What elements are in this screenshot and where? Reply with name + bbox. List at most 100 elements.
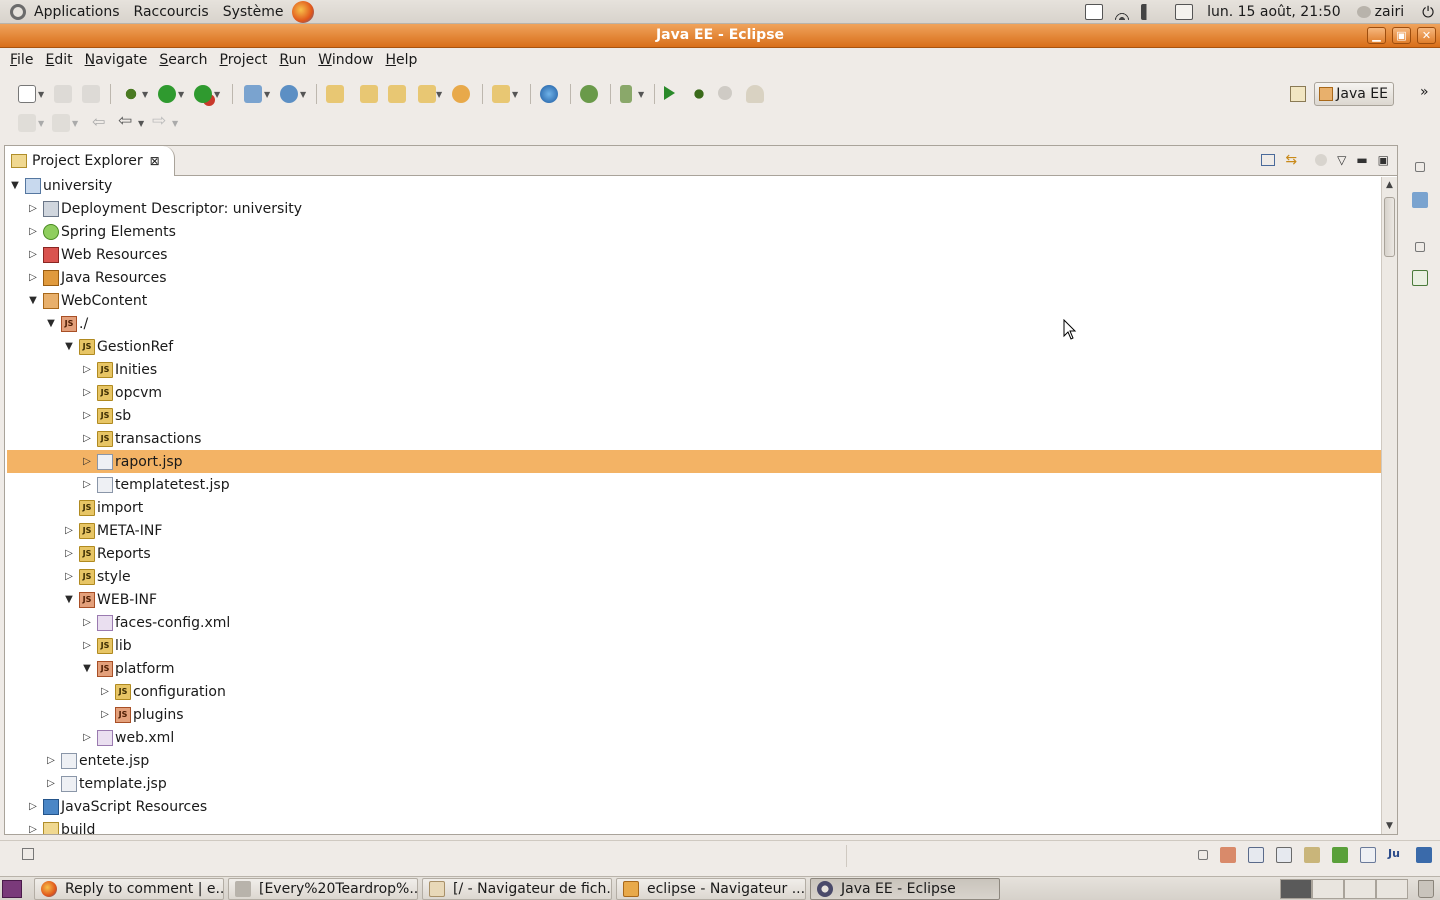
tree-item-reports[interactable]: ▷ JS Reports xyxy=(7,542,1382,565)
console-icon[interactable] xyxy=(1360,847,1376,863)
close-button[interactable]: ✕ xyxy=(1417,27,1436,44)
maximize-view-icon[interactable]: ▣ xyxy=(1378,153,1389,167)
back-dropdown-icon[interactable]: ▼ xyxy=(138,119,144,128)
junit-icon[interactable]: Ju xyxy=(1388,847,1404,863)
firefox-launcher-icon[interactable] xyxy=(291,0,314,23)
run-dropdown-icon[interactable]: ▼ xyxy=(178,90,184,99)
properties-icon[interactable] xyxy=(1276,847,1292,863)
snippets-icon[interactable] xyxy=(1332,847,1348,863)
run-external-icon[interactable] xyxy=(194,85,212,103)
tree-item-templatetest-jsp[interactable]: ▷ templatetest.jsp xyxy=(7,473,1382,496)
new-dropdown-icon[interactable]: ▼ xyxy=(38,90,44,99)
debug-server-icon[interactable] xyxy=(690,85,708,103)
debug-icon[interactable] xyxy=(122,85,140,103)
menu-navigate[interactable]: Navigate xyxy=(79,52,154,68)
maximize-button[interactable]: ▣ xyxy=(1392,27,1411,44)
notes-icon[interactable] xyxy=(1085,4,1104,20)
run-icon[interactable] xyxy=(158,85,176,103)
tree-item-meta-inf[interactable]: ▷ JS META-INF xyxy=(7,519,1382,542)
tree-item-build[interactable]: ▷ build xyxy=(7,818,1382,834)
expand-arrow-icon[interactable]: ▷ xyxy=(45,755,57,767)
tree-item-style[interactable]: ▷ JS style xyxy=(7,565,1382,588)
task-eclipse[interactable]: Java EE - Eclipse xyxy=(810,877,1000,900)
workspace-1[interactable] xyxy=(1280,879,1312,899)
minimize-view-icon[interactable]: ▬ xyxy=(1356,153,1367,167)
forward-dropdown-icon[interactable]: ▼ xyxy=(172,119,178,128)
tree-item-java-resources[interactable]: ▷ Java Resources xyxy=(7,266,1382,289)
new-server-dropdown-icon[interactable]: ▼ xyxy=(264,90,270,99)
package-icon[interactable] xyxy=(492,85,510,103)
tree-item-entete-jsp[interactable]: ▷ entete.jsp xyxy=(7,749,1382,772)
web-browser-icon[interactable] xyxy=(540,85,558,103)
filter-icon[interactable] xyxy=(1315,154,1328,166)
view-menu-icon[interactable]: ▽ xyxy=(1337,153,1346,167)
new-class-icon[interactable] xyxy=(280,85,298,103)
expand-arrow-icon[interactable]: ▷ xyxy=(81,732,93,744)
applications-menu[interactable]: Applications xyxy=(26,0,128,24)
expand-arrow-icon[interactable]: ▷ xyxy=(81,364,93,376)
menu-window[interactable]: Window xyxy=(312,52,379,68)
mail-icon[interactable] xyxy=(1175,4,1194,20)
monitor-icon[interactable] xyxy=(1416,847,1432,863)
next-annotation-icon[interactable] xyxy=(18,114,36,132)
expand-arrow-icon[interactable]: ▷ xyxy=(27,226,39,238)
next-annotation-dropdown-icon[interactable]: ▼ xyxy=(38,119,44,128)
expand-arrow-icon[interactable]: ▷ xyxy=(27,824,39,834)
search-icon[interactable] xyxy=(418,85,436,103)
tree-item-faces-config-xml[interactable]: ▷ faces-config.xml xyxy=(7,611,1382,634)
tree-item-plugins[interactable]: ▷ JS plugins xyxy=(7,703,1382,726)
task-file-browser-eclipse[interactable]: eclipse - Navigateur ... xyxy=(616,877,806,900)
tree-item-opcvm[interactable]: ▷ JS opcvm xyxy=(7,381,1382,404)
close-tab-icon[interactable]: ⊠ xyxy=(150,154,160,168)
tree-item-university[interactable]: ▼ university xyxy=(7,177,1382,197)
collapse-arrow-icon[interactable]: ▼ xyxy=(63,594,75,606)
open-resource-icon[interactable] xyxy=(452,85,470,103)
restore-icon[interactable] xyxy=(1198,850,1208,860)
debug-dropdown-icon[interactable]: ▼ xyxy=(142,90,148,99)
tree-item-template-jsp[interactable]: ▷ template.jsp xyxy=(7,772,1382,795)
tree-item-import[interactable]: JS import xyxy=(7,496,1382,519)
tree-item-web-inf[interactable]: ▼ JS WEB-INF xyxy=(7,588,1382,611)
package-dropdown-icon[interactable]: ▼ xyxy=(512,90,518,99)
problems-icon[interactable] xyxy=(1248,847,1264,863)
tree-item-configuration[interactable]: ▷ JS configuration xyxy=(7,680,1382,703)
collapse-arrow-icon[interactable]: ▼ xyxy=(63,341,75,353)
previous-annotation-dropdown-icon[interactable]: ▼ xyxy=(72,119,78,128)
expand-arrow-icon[interactable]: ▷ xyxy=(63,525,75,537)
expand-arrow-icon[interactable]: ▷ xyxy=(99,709,111,721)
workspace-3[interactable] xyxy=(1344,879,1376,899)
raccourcis-menu[interactable]: Raccourcis xyxy=(128,0,217,24)
task-document[interactable]: [Every%20Teardrop%... xyxy=(228,877,418,900)
tree-item-raport-jsp[interactable]: ▷ raport.jsp xyxy=(7,450,1382,473)
java-ee-perspective-button[interactable]: Java EE xyxy=(1314,82,1394,106)
user-name[interactable]: zairi xyxy=(1375,4,1404,20)
tree-item-spring-elements[interactable]: ▷ Spring Elements xyxy=(7,220,1382,243)
print-icon[interactable] xyxy=(82,85,100,103)
chat-status-icon[interactable] xyxy=(1356,6,1371,18)
restore-icon[interactable] xyxy=(1415,162,1425,172)
tree-item-deployment-descriptor[interactable]: ▷ Deployment Descriptor: university xyxy=(7,197,1382,220)
expand-arrow-icon[interactable]: ▷ xyxy=(81,479,93,491)
tree-item-sb[interactable]: ▷ JS sb xyxy=(7,404,1382,427)
new-class-dropdown-icon[interactable]: ▼ xyxy=(300,90,306,99)
wifi-icon[interactable] xyxy=(1113,4,1132,20)
expand-arrow-icon[interactable]: ▷ xyxy=(27,801,39,813)
menu-edit[interactable]: Edit xyxy=(39,52,78,68)
expand-arrow-icon[interactable]: ▷ xyxy=(81,410,93,422)
task-firefox[interactable]: Reply to comment | e... xyxy=(34,877,224,900)
expand-arrow-icon[interactable]: ▷ xyxy=(63,548,75,560)
search-dropdown-icon[interactable]: ▼ xyxy=(436,90,442,99)
show-desktop-icon[interactable] xyxy=(2,879,22,898)
expand-arrow-icon[interactable]: ▷ xyxy=(27,272,39,284)
new-server-icon[interactable] xyxy=(244,85,262,103)
save-icon[interactable] xyxy=(54,85,72,103)
collapse-all-icon[interactable] xyxy=(1261,154,1276,166)
tree-item-gestionref[interactable]: ▼ JS GestionRef xyxy=(7,335,1382,358)
window-titlebar[interactable]: Java EE - Eclipse ▁ ▣ ✕ xyxy=(0,24,1440,48)
menu-project[interactable]: Project xyxy=(214,52,274,68)
open-folder-icon[interactable] xyxy=(360,85,378,103)
last-edit-location-icon[interactable]: ⇦ xyxy=(92,112,105,131)
workspace-4[interactable] xyxy=(1376,879,1408,899)
tree-item-web-resources[interactable]: ▷ Web Resources xyxy=(7,243,1382,266)
external-tools-icon[interactable] xyxy=(620,85,632,103)
